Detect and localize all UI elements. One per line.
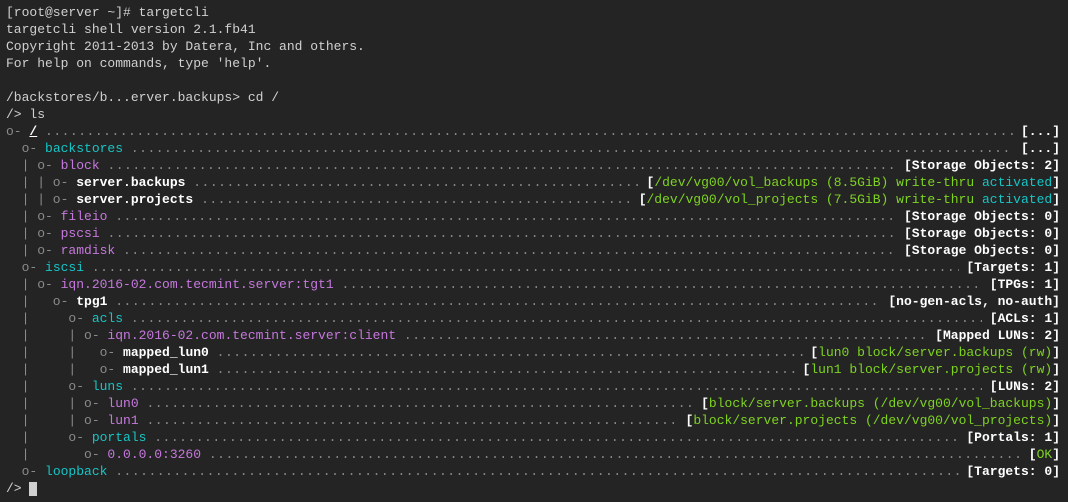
copyright-line: Copyright 2011-2013 by Datera, Inc and o…	[6, 38, 1062, 55]
command: targetcli	[139, 5, 209, 20]
tree-portal-0: | o- 0.0.0.0:3260 [OK]	[6, 446, 1060, 463]
tree-acl-client: | | o- iqn.2016-02.com.tecmint.server:cl…	[6, 327, 1060, 344]
tree-fileio: | o- fileio [Storage Objects: 0]	[6, 208, 1060, 225]
tree-ramdisk: | o- ramdisk [Storage Objects: 0]	[6, 242, 1060, 259]
cd-line: /backstores/b...erver.backups> cd /	[6, 89, 1062, 106]
tree-mapped-lun0: | | o- mapped_lun0 [lun0 block/server.ba…	[6, 344, 1060, 361]
version-line: targetcli shell version 2.1.fb41	[6, 21, 1062, 38]
tree-tpg1: | o- tpg1 [no-gen-acls, no-auth]	[6, 293, 1060, 310]
tree-portals: | o- portals [Portals: 1]	[6, 429, 1060, 446]
tree-block: | o- block [Storage Objects: 2]	[6, 157, 1060, 174]
cursor-icon	[29, 482, 37, 496]
tree-target: | o- iqn.2016-02.com.tecmint.server:tgt1…	[6, 276, 1060, 293]
shell-prompt-line: [root@server ~]# targetcli	[6, 4, 1062, 21]
tree-luns: | o- luns [LUNs: 2]	[6, 378, 1060, 395]
tree-pscsi: | o- pscsi [Storage Objects: 0]	[6, 225, 1060, 242]
tree-mapped-lun1: | | o- mapped_lun1 [lun1 block/server.pr…	[6, 361, 1060, 378]
tree-acls: | o- acls [ACLs: 1]	[6, 310, 1060, 327]
tree-iscsi: o- iscsi [Targets: 1]	[6, 259, 1060, 276]
final-prompt[interactable]: />	[6, 480, 1062, 497]
tree-server-backups: | | o- server.backups [/dev/vg00/vol_bac…	[6, 174, 1060, 191]
tree-lun0: | | o- lun0 [block/server.backups (/dev/…	[6, 395, 1060, 412]
tree-server-projects: | | o- server.projects [/dev/vg00/vol_pr…	[6, 191, 1060, 208]
help-line: For help on commands, type 'help'.	[6, 55, 1062, 72]
tree-backstores: o- backstores [...]	[6, 140, 1060, 157]
ls-line: /> ls	[6, 106, 1062, 123]
tree-loopback: o- loopback [Targets: 0]	[6, 463, 1060, 480]
tree-root: o- / [...]	[6, 123, 1060, 140]
tree-lun1: | | o- lun1 [block/server.projects (/dev…	[6, 412, 1060, 429]
